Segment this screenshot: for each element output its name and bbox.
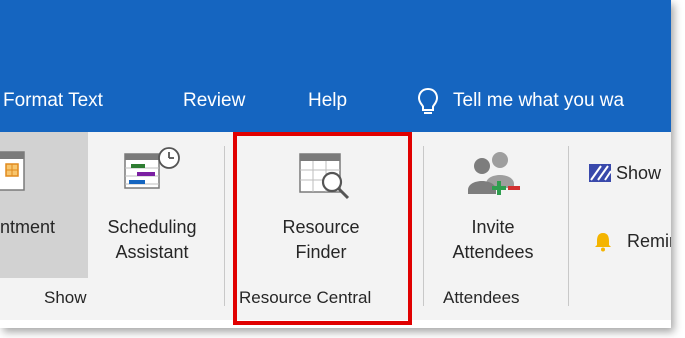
invite-attendees-label-2: Attendees bbox=[452, 242, 534, 262]
invite-attendees-label-1: Invite bbox=[471, 217, 515, 237]
group-separator bbox=[568, 146, 569, 306]
show-as-icon bbox=[589, 164, 611, 182]
invite-attendees-icon bbox=[468, 152, 520, 195]
scheduling-assistant-label-1: Scheduling bbox=[107, 217, 197, 237]
group-separator bbox=[224, 146, 225, 306]
tab-review[interactable]: Review bbox=[183, 90, 245, 112]
highlight-box bbox=[233, 132, 412, 325]
tell-me-search[interactable]: Tell me what you wa bbox=[453, 90, 624, 112]
tab-format-text[interactable]: Format Text bbox=[3, 90, 103, 112]
scheduling-assistant-label-2: Assistant bbox=[115, 242, 189, 262]
group-separator bbox=[423, 146, 424, 306]
tab-help[interactable]: Help bbox=[308, 90, 347, 112]
reminder-label: Remir bbox=[627, 231, 671, 251]
show-as-label: Show bbox=[616, 163, 662, 183]
appointment-button[interactable]: ntment bbox=[0, 132, 88, 278]
outlook-window: Format Text Review Help Tell me what you… bbox=[0, 0, 671, 328]
scheduling-assistant-icon bbox=[124, 147, 180, 189]
appointment-calendar-icon bbox=[0, 151, 25, 191]
ribbon-tab-bar: Format Text Review Help Tell me what you… bbox=[0, 70, 671, 132]
appointment-label: ntment bbox=[0, 217, 56, 237]
group-label-attendees: Attendees bbox=[443, 288, 520, 307]
title-bar bbox=[0, 0, 671, 70]
bell-icon bbox=[595, 233, 611, 252]
lightbulb-icon[interactable] bbox=[417, 87, 439, 117]
group-label-show: Show bbox=[44, 288, 87, 307]
